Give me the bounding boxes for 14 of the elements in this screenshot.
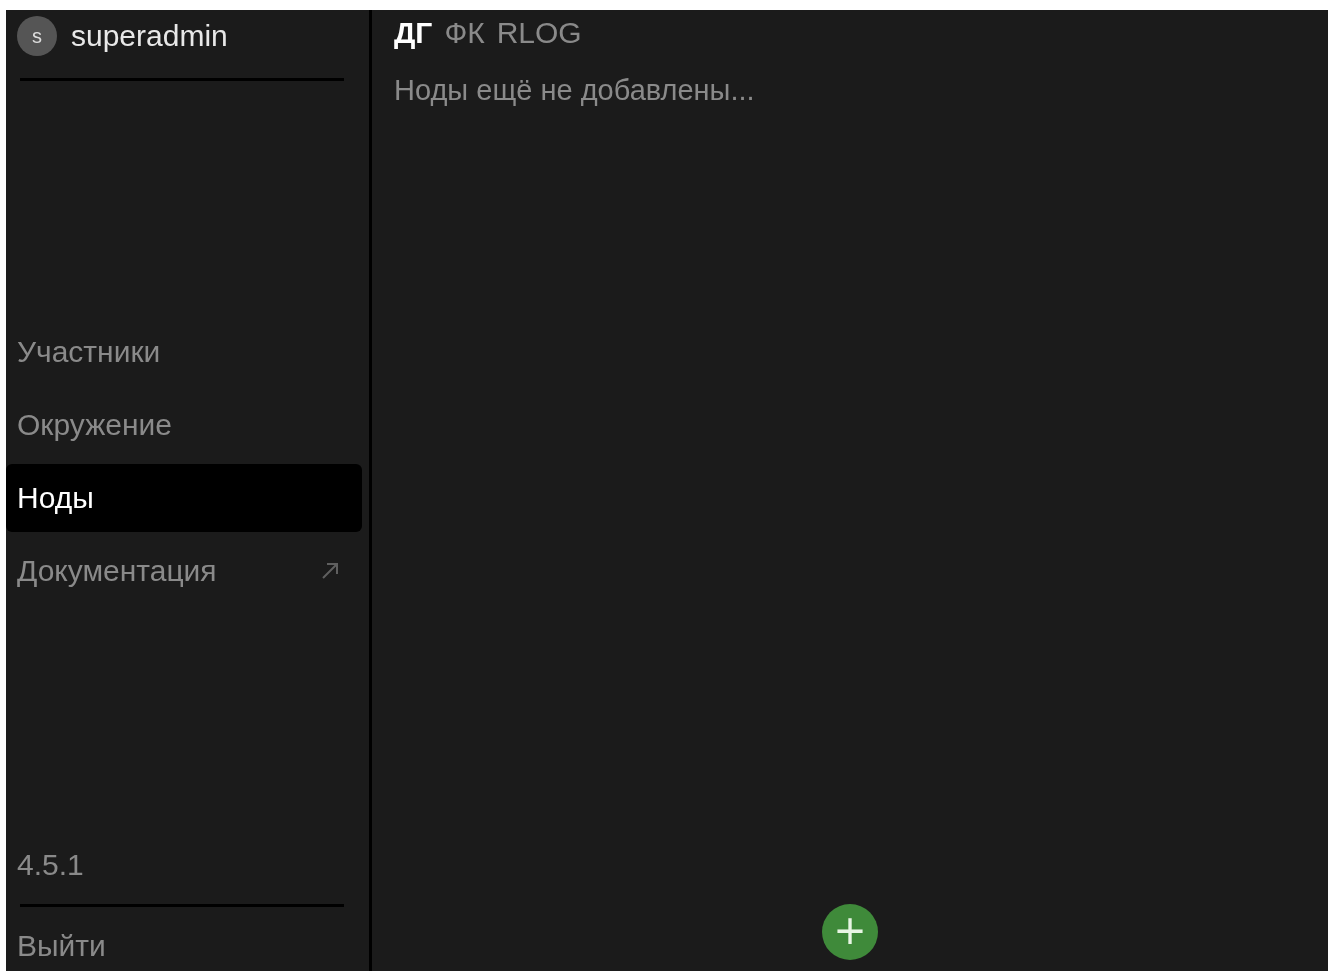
tab[interactable]: ФК xyxy=(444,16,485,50)
nav-item[interactable]: Документация xyxy=(6,537,362,605)
nav-item[interactable]: Участники xyxy=(6,318,362,386)
logout-link[interactable]: Выйти xyxy=(6,907,362,971)
version-label: 4.5.1 xyxy=(16,848,85,883)
external-link-icon xyxy=(320,561,340,581)
add-button[interactable]: + xyxy=(822,904,878,960)
user-avatar: s xyxy=(17,16,57,56)
tab[interactable]: RLOG xyxy=(496,16,582,50)
tab[interactable]: ДГ xyxy=(394,16,433,50)
nav-item[interactable]: Окружение xyxy=(6,391,362,459)
user-name: superadmin xyxy=(71,19,228,53)
nav-item[interactable]: Ноды xyxy=(6,464,362,532)
empty-message: Ноды ещё не добавлены... xyxy=(394,74,755,107)
